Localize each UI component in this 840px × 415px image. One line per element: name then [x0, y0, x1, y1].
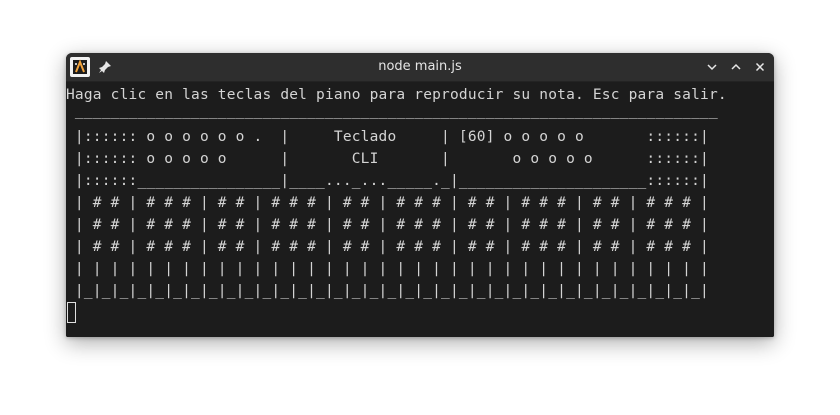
- close-icon[interactable]: [750, 57, 770, 77]
- terminal-window: node main.js Haga clic en las teclas del…: [66, 53, 774, 337]
- piano-white-keys-row-2[interactable]: |_|_|_|_|_|_|_|_|_|_|_|_|_|_|_|_|_|_|_|_…: [66, 280, 709, 302]
- piano-white-keys-row-1[interactable]: | | | | | | | | | | | | | | | | | | | | …: [66, 258, 709, 280]
- piano-panel-row-2: |:::::: o o o o o | CLI | o o o o o ::::…: [66, 151, 709, 167]
- window-title: node main.js: [378, 59, 462, 74]
- piano-black-keys-row-3[interactable]: | # # | # # # | # # | # # # | # # | # # …: [66, 236, 709, 258]
- terminal-output[interactable]: Haga clic en las teclas del piano para r…: [66, 82, 774, 337]
- piano-top-border: ________________________________________…: [66, 103, 718, 119]
- title-bar[interactable]: node main.js: [66, 53, 774, 82]
- piano-black-keys-row-1[interactable]: | # # | # # # | # # | # # # | # # | # # …: [66, 192, 709, 214]
- maximize-icon[interactable]: [726, 57, 746, 77]
- piano-panel-row-1: |:::::: o o o o o o . | Teclado | [60] o…: [66, 129, 709, 145]
- piano-black-keys-row-2[interactable]: | # # | # # # | # # | # # # | # # | # # …: [66, 214, 709, 236]
- piano-panel-row-3: |::::::________________|____..._..._____…: [66, 173, 709, 189]
- terminal-cursor: [67, 302, 76, 323]
- minimize-icon[interactable]: [702, 57, 722, 77]
